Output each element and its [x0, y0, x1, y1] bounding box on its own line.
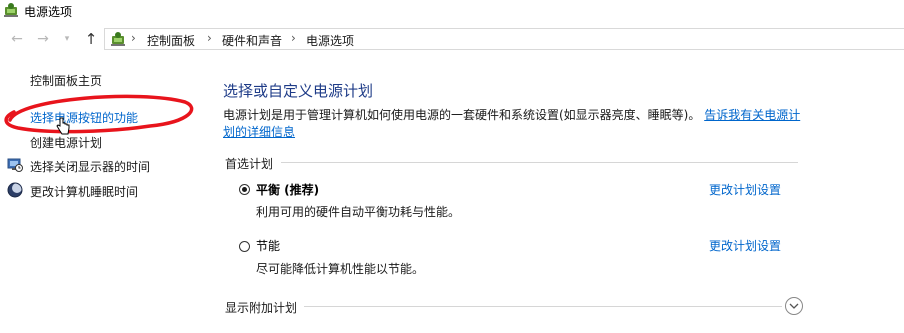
control-panel-home-link[interactable]: 控制面板主页	[30, 72, 102, 89]
up-arrow-icon[interactable]: ↑	[82, 30, 100, 48]
plan-power-saver-name[interactable]: 节能	[256, 237, 280, 254]
expand-chevron-button[interactable]	[785, 297, 803, 315]
sidebar-item-display-off[interactable]: 选择关闭显示器的时间	[30, 158, 150, 175]
plan-power-saver-description: 尽可能降低计算机性能以节能。	[256, 262, 425, 276]
plan-balanced-radio[interactable]	[239, 184, 250, 195]
description-text: 电源计划是用于管理计算机如何使用电源的一套硬件和系统设置(如显示器亮度、睡眠等)…	[223, 108, 701, 122]
page-title: 选择或自定义电源计划	[223, 82, 374, 100]
address-bar[interactable]: › 控制面板 › 硬件和声音 › 电源选项	[104, 28, 904, 50]
power-options-icon	[4, 3, 18, 17]
breadcrumb-separator-icon[interactable]: ›	[207, 31, 212, 45]
change-plan-settings-link[interactable]: 更改计划设置	[709, 181, 781, 198]
change-plan-settings-link[interactable]: 更改计划设置	[709, 237, 781, 254]
breadcrumb-control-panel[interactable]: 控制面板	[147, 32, 195, 49]
plan-balanced-description: 利用可用的硬件自动平衡功耗与性能。	[256, 205, 461, 219]
navigation-bar: ← → ▾ ↑ › 控制面板 › 硬件和声音 › 电源选项	[0, 28, 904, 50]
breadcrumb-power-options[interactable]: 电源选项	[306, 32, 354, 49]
breadcrumb-hardware-sound[interactable]: 硬件和声音	[222, 32, 282, 49]
sidebar-item-sleep-time[interactable]: 更改计算机睡眠时间	[30, 183, 138, 200]
plan-balanced-name[interactable]: 平衡 (推荐)	[256, 181, 319, 198]
preferred-plans-header: 首选计划	[225, 157, 274, 171]
power-options-icon	[111, 32, 125, 46]
window-title: 电源选项	[24, 5, 73, 19]
chevron-down-icon	[789, 303, 799, 309]
back-arrow-icon[interactable]: ←	[8, 30, 26, 48]
recent-locations-chevron-icon[interactable]: ▾	[60, 30, 74, 48]
forward-arrow-icon[interactable]: →	[34, 30, 52, 48]
sleep-moon-icon	[7, 182, 23, 198]
additional-plans-header[interactable]: 显示附加计划	[225, 299, 297, 316]
page-description: 电源计划是用于管理计算机如何使用电源的一套硬件和系统设置(如显示器亮度、睡眠等)…	[223, 107, 803, 141]
plan-power-saver-radio[interactable]	[239, 241, 250, 252]
divider	[304, 306, 782, 307]
annotation-circle	[4, 94, 194, 134]
divider	[281, 162, 798, 163]
breadcrumb-separator-icon[interactable]: ›	[291, 31, 296, 45]
hand-cursor-icon	[56, 117, 70, 135]
display-timer-icon	[7, 158, 23, 172]
title-bar: 电源选项	[0, 0, 904, 22]
breadcrumb-separator-icon[interactable]: ›	[131, 31, 136, 45]
